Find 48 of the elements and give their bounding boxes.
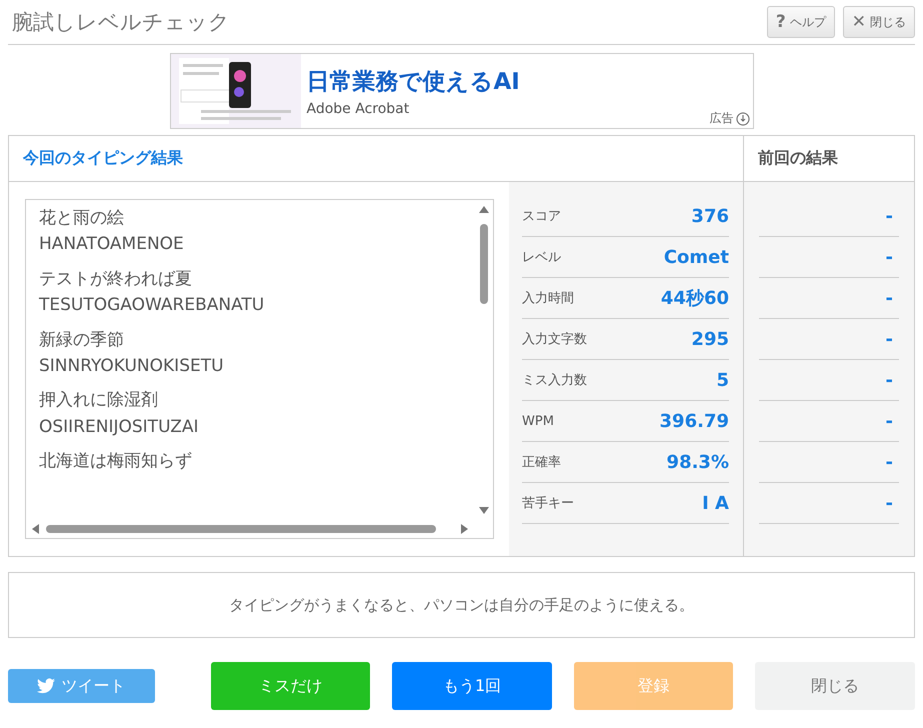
word-text: 新緑の季節 — [39, 330, 125, 350]
page-title: 腕試しレベルチェック — [12, 9, 230, 36]
word-text: 押入れに除湿剤 — [39, 390, 159, 411]
stat-label: 入力文字数 — [522, 331, 587, 348]
ad-label[interactable]: 広告 — [710, 110, 750, 127]
stat-value: Comet — [664, 246, 729, 268]
ad-headline: 日常業務で使えるAI — [306, 68, 520, 96]
miss-only-button[interactable]: ミスだけ — [210, 662, 370, 710]
stat-value: 295 — [691, 328, 729, 350]
close-button[interactable]: 閉じる — [755, 662, 916, 710]
stat-value: - — [886, 328, 893, 350]
word-romaji: HANATOAMENOE — [39, 234, 185, 255]
word-text: 北海道は梅雨知らず — [39, 451, 193, 472]
word-romaji: SINNRYOKUNOKISETU — [39, 356, 225, 376]
stat-value: - — [886, 492, 893, 514]
stat-value: - — [886, 370, 893, 390]
stat-value: 396.79 — [660, 410, 729, 432]
stat-value: - — [886, 452, 893, 472]
stat-value: 376 — [691, 206, 729, 226]
header-button[interactable]: ? ヘルプ — [766, 6, 835, 38]
stat-value: - — [886, 206, 893, 226]
word-romaji: OSIIRENIJOSITUZAI — [39, 416, 200, 438]
stat-label: 正確率 — [522, 454, 561, 471]
stat-label: WPM — [522, 414, 554, 428]
ad-banner[interactable]: 日常業務で使えるAI Adobe Acrobat 広告 — [170, 53, 754, 129]
stat-value: - — [886, 410, 893, 432]
ad-advertiser: Adobe Acrobat — [306, 100, 410, 116]
header-button[interactable]: ✕ 閉じる — [842, 6, 915, 38]
stat-value: - — [886, 288, 893, 308]
stat-value: 98.3% — [666, 452, 729, 472]
stat-label: 入力時間 — [522, 290, 574, 307]
vertical-scrollbar[interactable] — [477, 204, 491, 516]
word-romaji: TESUTOGAOWAREBANATU — [39, 295, 266, 316]
stat-label: 苦手キー — [522, 495, 574, 512]
stat-label: ミス入力数 — [522, 372, 587, 389]
word-text: 花と雨の絵 — [39, 208, 125, 228]
tip-message: タイピングがうまくなると、パソコンは自分の手足のように使える。 — [8, 572, 915, 638]
retry-button[interactable]: もう1回 — [392, 662, 552, 710]
bird-icon — [37, 678, 56, 694]
word-text: テストが終われば夏 — [39, 268, 193, 290]
stat-value: - — [886, 246, 893, 268]
tweet-button[interactable]: ツイート — [8, 669, 155, 703]
stat-value: 5 — [716, 370, 729, 390]
stat-value: 44秒60 — [660, 287, 729, 310]
stat-label: スコア — [522, 208, 561, 225]
stat-label: レベル — [522, 249, 561, 266]
stat-value: I A — [702, 492, 729, 514]
horizontal-scrollbar[interactable] — [30, 522, 470, 536]
